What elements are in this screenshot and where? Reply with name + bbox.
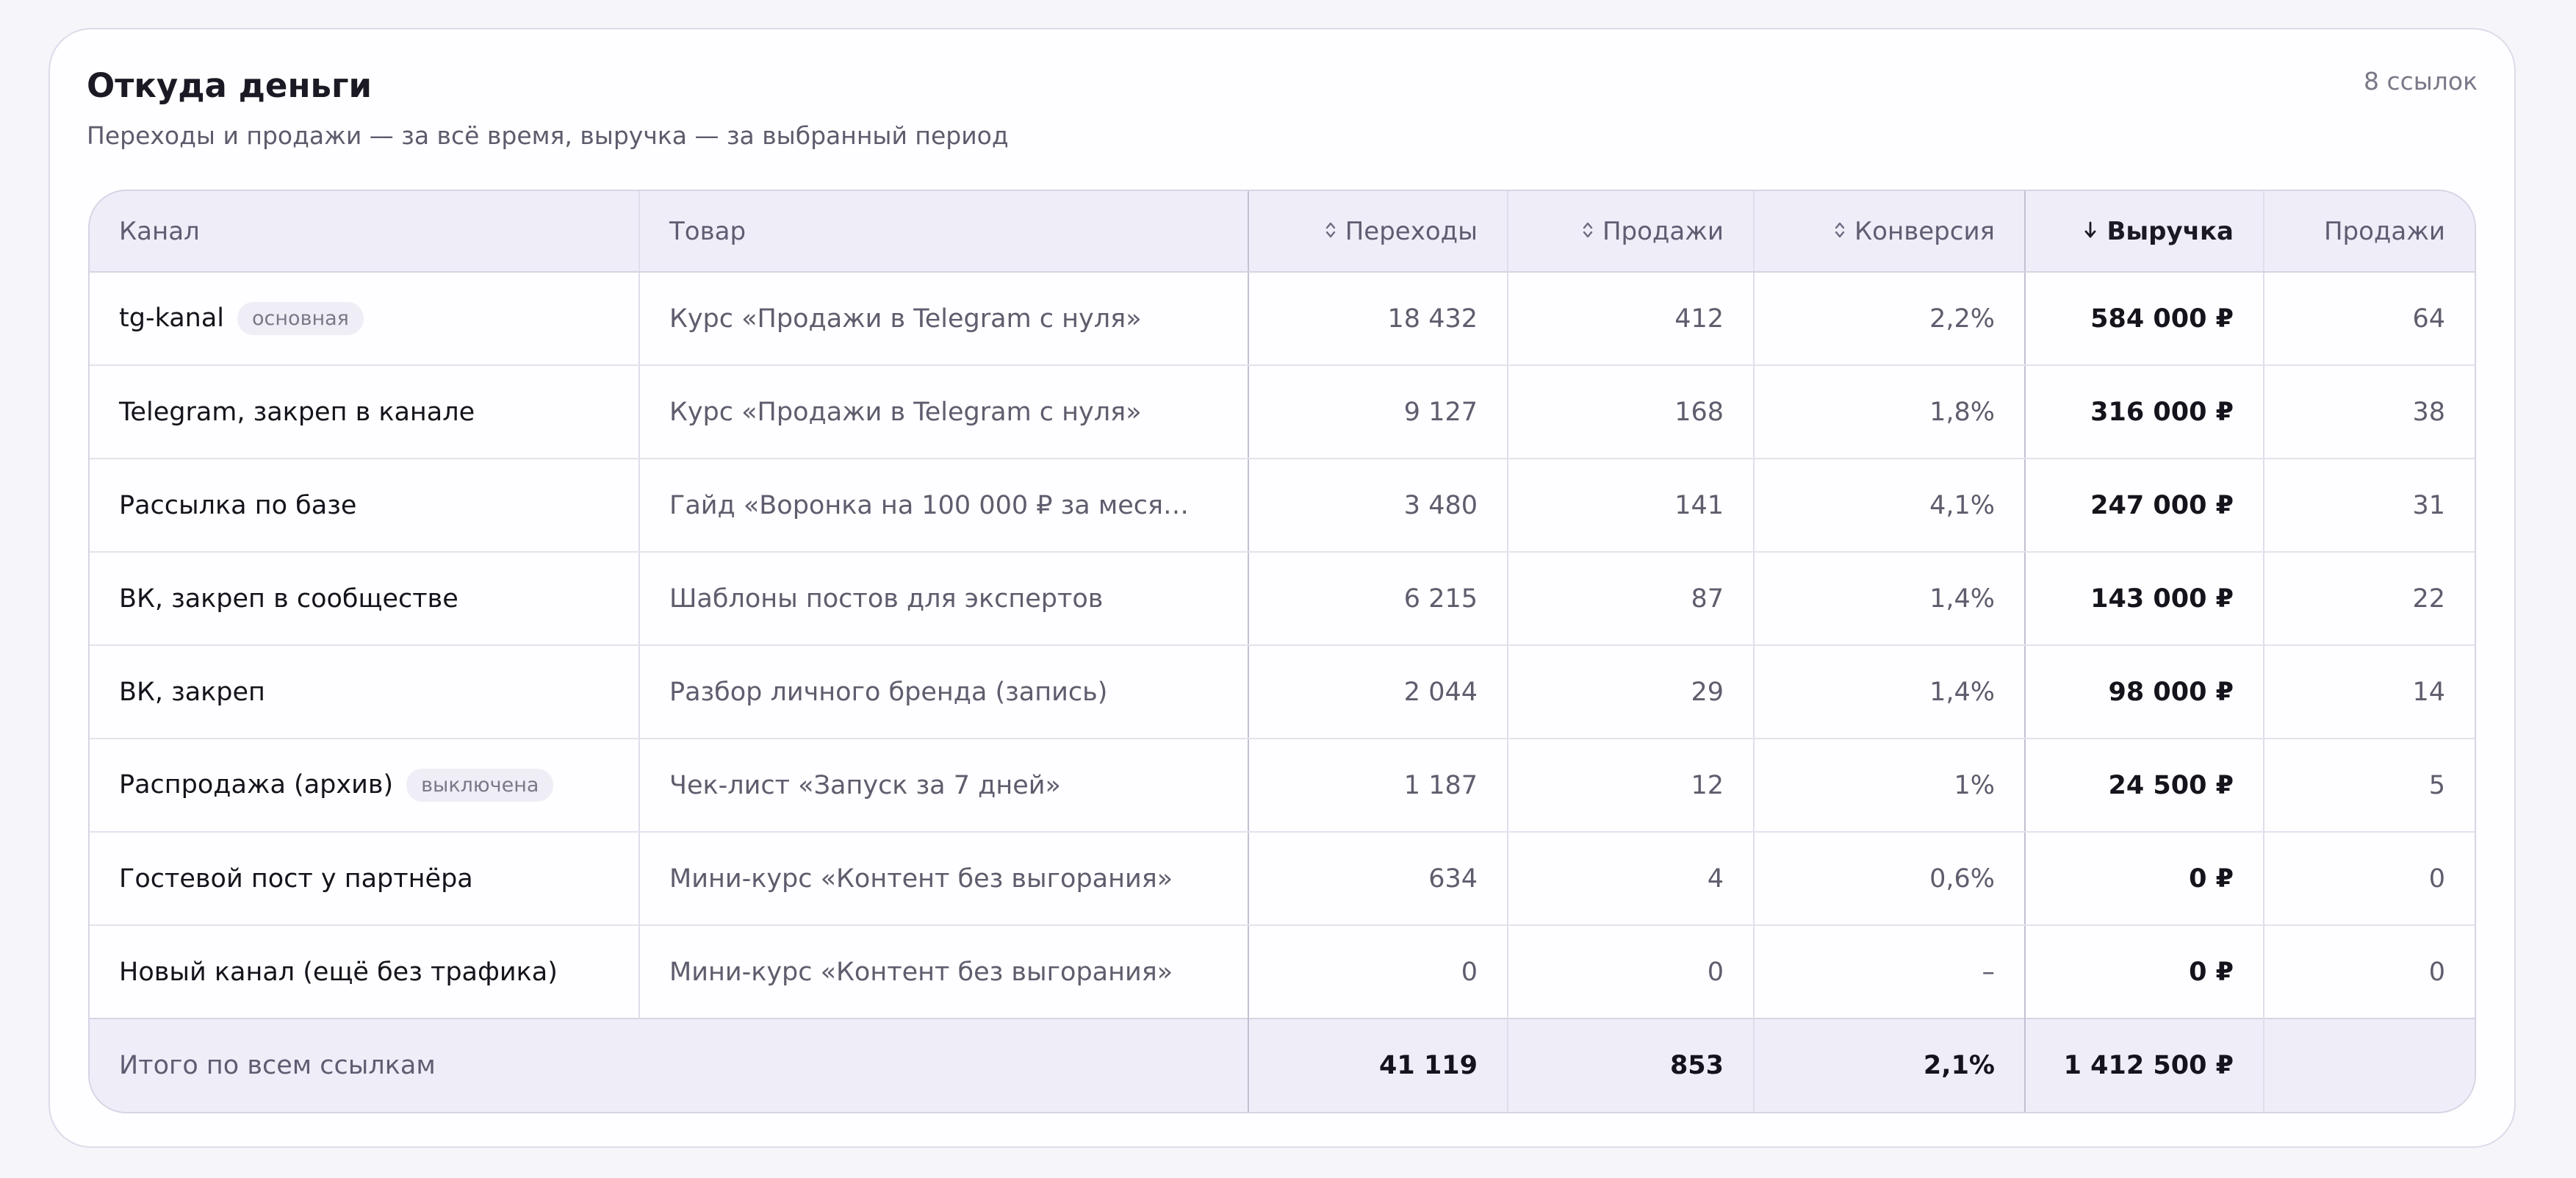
cell-sales-period: 0 <box>2263 832 2475 926</box>
cell-conversion: 1,8% <box>1753 365 2025 459</box>
table-row[interactable]: Telegram, закреп в канале Курс «Продажи … <box>90 365 2475 459</box>
cell-conversion: 0,6% <box>1753 832 2025 926</box>
status-badge: выключена <box>406 768 554 802</box>
cell-clicks: 18 432 <box>1248 272 1508 366</box>
cell-sales: 29 <box>1507 645 1754 739</box>
cell-product: Разбор личного бренда (запись) <box>638 645 1248 739</box>
table-row[interactable]: Распродажа (архив) выключена Чек-лист «За… <box>90 739 2475 833</box>
card-title: Откуда деньги <box>87 66 373 105</box>
cell-sales-period: 64 <box>2263 272 2475 366</box>
revenue-sources-card: Откуда деньги Переходы и продажи — за вс… <box>48 28 2516 1148</box>
cell-channel: ВК, закреп в сообществе <box>90 552 639 646</box>
sort-both-icon <box>1583 222 1593 238</box>
cell-revenue: 143 000 ₽ <box>2024 552 2264 646</box>
cell-revenue: 247 000 ₽ <box>2024 459 2264 553</box>
total-sales-period <box>2263 1018 2475 1112</box>
table-row[interactable]: Рассылка по базе Гайд «Воронка на 100 00… <box>90 459 2475 553</box>
links-count: 8 ссылок <box>2363 67 2478 96</box>
cell-conversion: 1% <box>1753 739 2025 833</box>
cell-sales: 4 <box>1507 832 1754 926</box>
cell-revenue: 0 ₽ <box>2024 832 2264 926</box>
cell-sales-period: 5 <box>2263 739 2475 833</box>
column-header-conversion[interactable]: Конверсия <box>1753 191 2025 273</box>
cell-conversion: 2,2% <box>1753 272 2025 366</box>
cell-clicks: 3 480 <box>1248 459 1508 553</box>
cell-conversion: 4,1% <box>1753 459 2025 553</box>
cell-clicks: 0 <box>1248 925 1508 1019</box>
sources-table: Канал Товар Переходы Продажи Конверсия В… <box>90 191 2475 1112</box>
cell-revenue: 98 000 ₽ <box>2024 645 2264 739</box>
cell-conversion: – <box>1753 925 2025 1019</box>
cell-clicks: 2 044 <box>1248 645 1508 739</box>
cell-product: Курс «Продажи в Telegram с нуля» <box>638 365 1248 459</box>
cell-channel: tg-kanal основная <box>90 272 639 366</box>
total-revenue: 1 412 500 ₽ <box>2024 1018 2264 1112</box>
cell-product: Чек-лист «Запуск за 7 дней» <box>638 739 1248 833</box>
status-badge: основная <box>237 301 364 336</box>
cell-sales: 412 <box>1507 272 1754 366</box>
cell-channel: ВК, закреп <box>90 645 639 739</box>
cell-sales: 87 <box>1507 552 1754 646</box>
sort-both-icon <box>1325 222 1335 238</box>
column-header-channel: Канал <box>90 191 639 273</box>
total-clicks: 41 119 <box>1248 1018 1508 1112</box>
card-subtitle: Переходы и продажи — за всё время, выруч… <box>87 121 1009 150</box>
cell-sales-period: 31 <box>2263 459 2475 553</box>
column-header-product: Товар <box>638 191 1248 273</box>
column-header-sales-period: Продажи <box>2263 191 2475 273</box>
cell-product: Гайд «Воронка на 100 000 ₽ за меся… <box>638 459 1248 553</box>
cell-revenue: 0 ₽ <box>2024 925 2264 1019</box>
cell-sales: 168 <box>1507 365 1754 459</box>
cell-channel: Рассылка по базе <box>90 459 639 553</box>
table-row[interactable]: ВК, закреп в сообществе Шаблоны постов д… <box>90 552 2475 646</box>
cell-sales-period: 0 <box>2263 925 2475 1019</box>
cell-channel: Новый канал (ещё без трафика) <box>119 957 558 987</box>
totals-label: Итого по всем ссылкам <box>90 1018 1248 1112</box>
cell-conversion: 1,4% <box>1753 552 2025 646</box>
cell-clicks: 1 187 <box>1248 739 1508 833</box>
cell-product: Мини-курс «Контент без выгорания» <box>638 925 1248 1019</box>
cell-revenue: 316 000 ₽ <box>2024 365 2264 459</box>
total-conversion: 2,1% <box>1753 1018 2025 1112</box>
arrow-down-icon <box>2085 221 2096 238</box>
cell-conversion: 1,4% <box>1753 645 2025 739</box>
cell-channel: Распродажа (архив) выключена <box>90 739 639 833</box>
cell-product: Курс «Продажи в Telegram с нуля» <box>638 272 1248 366</box>
table-row[interactable]: Новый канал (ещё без трафика) Мини-курс … <box>90 925 2475 1019</box>
cell-sales: 0 <box>1507 925 1754 1019</box>
sort-both-icon <box>1835 222 1845 238</box>
table-row[interactable]: ВК, закреп Разбор личного бренда (запись… <box>90 645 2475 739</box>
cell-sales-period: 14 <box>2263 645 2475 739</box>
cell-sales-period: 22 <box>2263 552 2475 646</box>
cell-product: Мини-курс «Контент без выгорания» <box>638 832 1248 926</box>
cell-clicks: 634 <box>1248 832 1508 926</box>
cell-sales: 12 <box>1507 739 1754 833</box>
cell-channel: Telegram, закреп в канале <box>90 365 639 459</box>
totals-row: Итого по всем ссылкам 41 119 853 2,1% 1 … <box>90 1018 2475 1112</box>
cell-product: Шаблоны постов для экспертов <box>638 552 1248 646</box>
cell-sales-period: 38 <box>2263 365 2475 459</box>
total-sales: 853 <box>1507 1018 1754 1112</box>
column-header-clicks[interactable]: Переходы <box>1248 191 1508 273</box>
column-header-revenue[interactable]: Выручка <box>2024 191 2264 273</box>
cell-revenue: 584 000 ₽ <box>2024 272 2264 366</box>
table-row[interactable]: Гостевой пост у партнёра Мини-курс «Конт… <box>90 832 2475 926</box>
table-header-row: Канал Товар Переходы Продажи Конверсия В… <box>90 191 2475 273</box>
cell-clicks: 9 127 <box>1248 365 1508 459</box>
cell-sales: 141 <box>1507 459 1754 553</box>
cell-channel: Гостевой пост у партнёра <box>90 832 639 926</box>
sources-table-container: Канал Товар Переходы Продажи Конверсия В… <box>88 190 2476 1113</box>
cell-clicks: 6 215 <box>1248 552 1508 646</box>
table-row[interactable]: tg-kanal основная Курс «Продажи в Telegra… <box>90 272 2475 366</box>
cell-revenue: 24 500 ₽ <box>2024 739 2264 833</box>
column-header-sales[interactable]: Продажи <box>1507 191 1754 273</box>
